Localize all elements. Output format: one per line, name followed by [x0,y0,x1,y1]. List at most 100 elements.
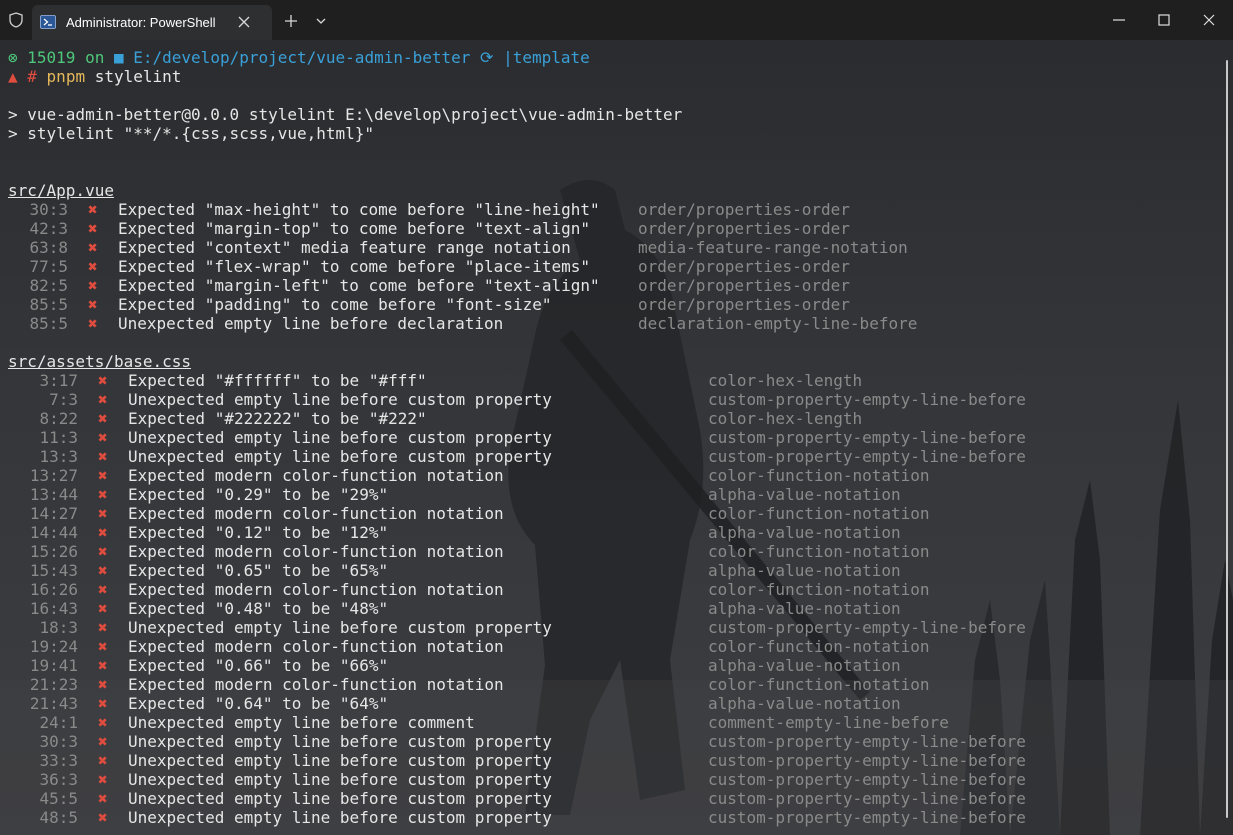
issue-row: 77:5 ✖ Expected "flex-wrap" to come before… [8,257,1218,276]
issue-location: 19:41 [29,656,78,675]
issue-rule: color-hex-length [708,371,863,390]
issue-row: 82:5 ✖ Expected "margin-left" to come befo… [8,276,1218,295]
issue-location: 11:3 [39,428,78,447]
error-x-icon: ✖ [88,276,98,295]
issue-message: Expected "margin-left" to come before "t… [118,276,600,295]
issue-location: 85:5 [29,314,68,333]
close-tab-icon[interactable] [238,16,250,28]
issue-location: 33:3 [39,751,78,770]
issue-rule: order/properties-order [638,295,850,314]
error-x-icon: ✖ [88,314,98,333]
close-window-button[interactable] [1199,10,1219,30]
issue-row: 8:22 ✖ Expected "#222222" to be "#222" colo… [8,409,1218,428]
issue-rule: order/properties-order [638,257,850,276]
issue-message: Expected "0.64" to be "64%" [128,694,389,713]
issue-rule: declaration-empty-line-before [638,314,918,333]
issue-row: 24:1 ✖ Unexpected empty line before commen… [8,713,1218,732]
issue-message: Unexpected empty line before custom prop… [128,732,552,751]
issue-rule: color-function-notation [708,542,930,561]
error-x-icon: ✖ [98,808,108,827]
issue-location: 63:8 [29,238,68,257]
issue-message: Unexpected empty line before custom prop… [128,618,552,637]
prompt-line: ⊗ 15019 on ■ E:/develop/project/vue-admi… [8,48,590,67]
minimize-icon [1113,19,1125,21]
issue-row: 45:5 ✖ Unexpected empty line before custom… [8,789,1218,808]
error-x-icon: ✖ [98,371,108,390]
error-x-icon: ✖ [88,200,98,219]
issue-message: Unexpected empty line before custom prop… [128,770,552,789]
issue-rule: comment-empty-line-before [708,713,949,732]
output-line-1: > vue-admin-better@0.0.0 stylelint E:\de… [8,105,683,124]
issue-location: 82:5 [29,276,68,295]
error-x-icon: ✖ [98,561,108,580]
issue-message: Expected "context" media feature range n… [118,238,571,257]
issue-location: 3:17 [39,371,78,390]
issue-row: 48:5 ✖ Unexpected empty line before custom… [8,808,1218,827]
issue-location: 14:44 [29,523,78,542]
issue-message: Expected "0.66" to be "66%" [128,656,389,675]
issue-location: 21:43 [29,694,78,713]
prompt-branch: template [512,48,590,67]
issue-message: Expected modern color-function notation [128,637,504,656]
issue-message: Expected modern color-function notation [128,466,504,485]
status-icon: ⊗ [8,48,28,67]
issue-rule: order/properties-order [638,219,850,238]
issue-message: Expected "#ffffff" to be "#fff" [128,371,427,390]
issue-rule: custom-property-empty-line-before [708,770,1026,789]
issue-rule: custom-property-empty-line-before [708,428,1026,447]
error-x-icon: ✖ [98,504,108,523]
issue-location: 15:26 [29,542,78,561]
issue-rule: color-function-notation [708,504,930,523]
prompt-symbol: # [27,67,37,86]
issue-message: Expected "0.65" to be "65%" [128,561,389,580]
tab-title: Administrator: PowerShell [66,15,216,30]
new-tab-plus-icon[interactable] [285,15,297,27]
error-x-icon: ✖ [88,257,98,276]
tab-powershell[interactable]: Administrator: PowerShell [32,5,272,40]
error-x-icon: ✖ [98,713,108,732]
issue-row: 3:17 ✖ Expected "#ffffff" to be "#fff" colo… [8,371,1218,390]
terminal-output[interactable]: ⊗ 15019 on ■ E:/develop/project/vue-admi… [8,48,1218,835]
title-bar: Administrator: PowerShell [0,0,1233,40]
issue-row: 19:24 ✖ Expected modern color-function not… [8,637,1218,656]
shield-icon [9,12,23,28]
issue-location: 36:3 [39,770,78,789]
issue-row: 16:43 ✖ Expected "0.48" to be "48%" alpha-v… [8,599,1218,618]
issue-message: Expected modern color-function notation [128,675,504,694]
file-header-base-css: src/assets/base.css [8,352,192,371]
warning-icon: ▲ [8,67,28,86]
minimize-button[interactable] [1109,10,1129,30]
issue-location: 85:5 [29,295,68,314]
issue-location: 15:43 [29,561,78,580]
prompt-on: on [85,48,105,67]
issue-rule: color-function-notation [708,466,930,485]
issue-rule: custom-property-empty-line-before [708,808,1026,827]
issue-location: 16:43 [29,599,78,618]
maximize-button[interactable] [1154,10,1174,30]
issue-message: Expected modern color-function notation [128,542,504,561]
issue-rule: custom-property-empty-line-before [708,732,1026,751]
maximize-icon [1158,14,1170,26]
scrollbar-thumb[interactable] [1226,60,1228,818]
issue-message: Unexpected empty line before custom prop… [128,428,552,447]
issue-rule: alpha-value-notation [708,599,901,618]
issue-message: Expected "flex-wrap" to come before "pla… [118,257,591,276]
chevron-down-icon[interactable] [316,18,326,25]
issue-location: 48:5 [39,808,78,827]
issue-rule: order/properties-order [638,200,850,219]
issue-rule: custom-property-empty-line-before [708,789,1026,808]
issue-rule: alpha-value-notation [708,561,901,580]
issue-message: Expected "0.48" to be "48%" [128,599,389,618]
error-x-icon: ✖ [98,751,108,770]
issue-message: Expected "padding" to come before "font-… [118,295,552,314]
issue-message: Unexpected empty line before custom prop… [128,390,552,409]
issue-rule: custom-property-empty-line-before [708,390,1026,409]
issue-row: 36:3 ✖ Unexpected empty line before custom… [8,770,1218,789]
issue-row: 14:27 ✖ Expected modern color-function not… [8,504,1218,523]
issue-location: 13:3 [39,447,78,466]
issue-rule: color-function-notation [708,637,930,656]
issue-row: 85:5 ✖ Unexpected empty line before declar… [8,314,1218,333]
close-icon [1203,14,1215,26]
issue-rule: color-function-notation [708,675,930,694]
issue-rule: custom-property-empty-line-before [708,751,1026,770]
